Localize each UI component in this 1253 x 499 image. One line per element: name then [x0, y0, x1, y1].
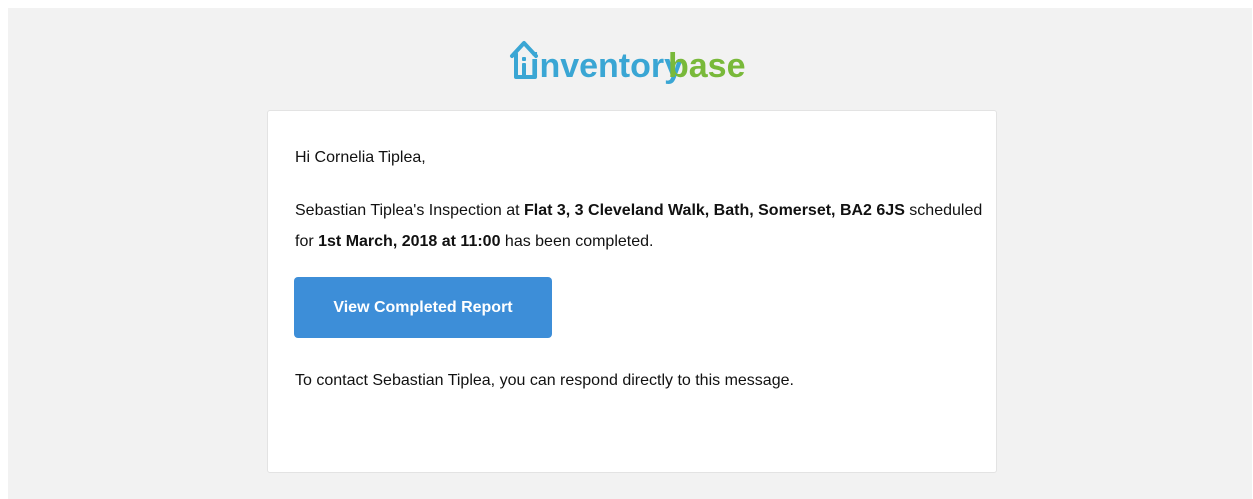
contact-text: To contact Sebastian Tiplea, you can res…: [295, 372, 794, 389]
message-prefix: Sebastian Tiplea's Inspection at: [295, 202, 524, 219]
logo-text-base: base: [668, 47, 746, 85]
logo-text-inventory: inventory: [530, 47, 683, 85]
email-card: Hi Cornelia Tiplea, Sebastian Tiplea's I…: [267, 110, 997, 473]
inventorybase-logo: inventory base: [508, 30, 768, 90]
view-completed-report-button[interactable]: View Completed Report: [294, 277, 552, 338]
inspection-message: Sebastian Tiplea's Inspection at Flat 3,…: [295, 195, 985, 257]
property-address: Flat 3, 3 Cleveland Walk, Bath, Somerset…: [523, 202, 905, 219]
greeting-text: Hi Cornelia Tiplea,: [295, 149, 426, 166]
message-suffix: has been completed.: [500, 233, 654, 250]
inspection-datetime: 1st March, 2018 at 11:00: [318, 233, 501, 250]
house-logo-icon: inventory base: [510, 41, 746, 85]
email-background: inventory base Hi Cornelia Tiplea, Sebas…: [8, 8, 1252, 499]
